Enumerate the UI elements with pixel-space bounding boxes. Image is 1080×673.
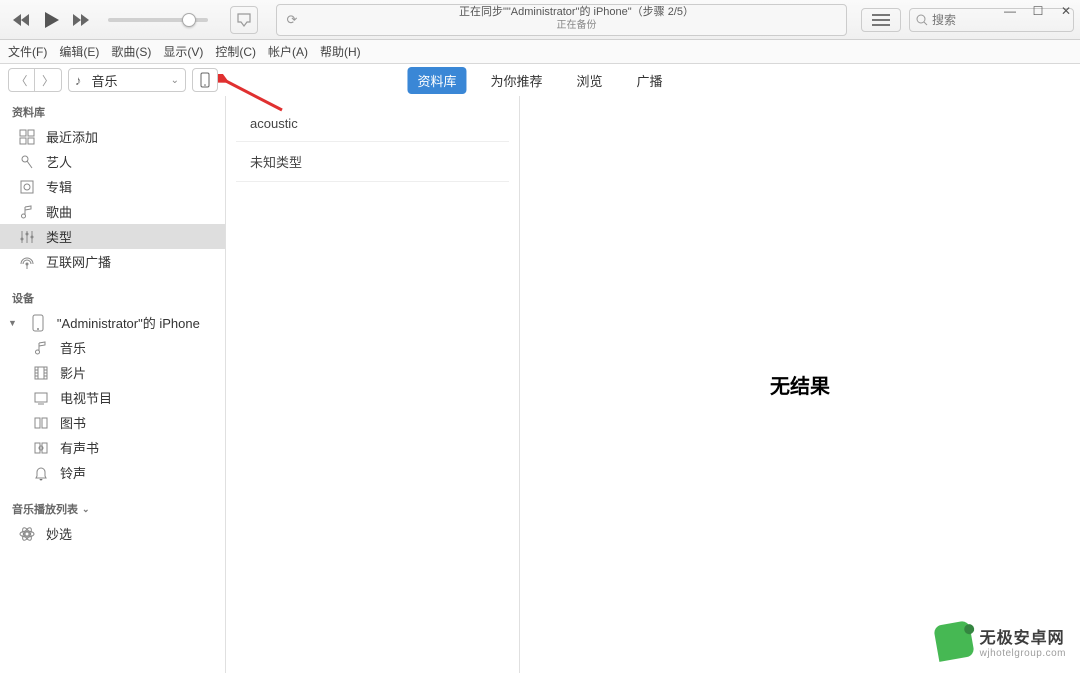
window-minimize-button[interactable]: — — [996, 0, 1024, 22]
tab-library[interactable]: 资料库 — [407, 67, 466, 94]
sidebar-item-label: 最近添加 — [46, 127, 98, 146]
search-icon — [916, 14, 928, 26]
sidebar-item-label: 专辑 — [46, 177, 72, 196]
media-type-select[interactable]: ♪ 音乐 ⌄ — [68, 68, 186, 92]
sidebar-item-device-movies[interactable]: 影片 — [0, 360, 225, 385]
sidebar-item-genres[interactable]: 类型 — [0, 224, 225, 249]
sidebar-item-label: 互联网广播 — [46, 252, 111, 271]
note-icon — [32, 339, 50, 357]
no-results-label: 无结果 — [770, 370, 830, 399]
menu-file[interactable]: 文件(F) — [8, 43, 47, 60]
sidebar-item-recent[interactable]: 最近添加 — [0, 124, 225, 149]
sync-spinner-icon: ⟳ — [277, 12, 307, 28]
sidebar-item-label: 妙选 — [46, 524, 72, 543]
media-type-label: 音乐 — [92, 71, 118, 90]
disclosure-triangle-icon[interactable]: ▼ — [8, 318, 17, 328]
watermark: 无极安卓网 wjhotelgroup.com — [936, 623, 1066, 659]
sidebar-item-device-books[interactable]: 图书 — [0, 410, 225, 435]
sidebar-item-albums[interactable]: 专辑 — [0, 174, 225, 199]
bell-icon — [32, 464, 50, 482]
sidebar-item-device-audiobooks[interactable]: 有声书 — [0, 435, 225, 460]
sidebar-item-genius[interactable]: 妙选 — [0, 521, 225, 546]
sidebar: 资料库 最近添加 艺人 专辑 歌曲 类型 互联网广播 设备 ▼ — [0, 96, 226, 673]
menu-edit[interactable]: 编辑(E) — [59, 43, 99, 60]
sync-status-title: 正在同步""Administrator"的 iPhone"（步骤 2/5） — [307, 6, 846, 20]
genre-row[interactable]: acoustic — [236, 106, 509, 142]
watermark-title: 无极安卓网 — [980, 624, 1066, 648]
grid-icon — [18, 128, 36, 146]
genius-icon — [18, 525, 36, 543]
watermark-logo-icon — [933, 620, 975, 662]
sidebar-header-playlists[interactable]: 音乐播放列表 ⌄ — [0, 497, 225, 521]
radio-icon — [18, 253, 36, 271]
menu-account[interactable]: 帐户(A) — [268, 43, 308, 60]
player-bar: ⟳ 正在同步""Administrator"的 iPhone"（步骤 2/5） … — [0, 0, 1080, 40]
film-icon — [32, 364, 50, 382]
tuner-icon — [18, 228, 36, 246]
nav-history: 〈 〉 — [8, 68, 62, 92]
sidebar-item-label: 电视节目 — [60, 388, 112, 407]
sidebar-item-label: 歌曲 — [46, 202, 72, 221]
device-button[interactable] — [192, 68, 218, 92]
music-note-icon: ♪ — [75, 73, 82, 88]
nav-tabs: 资料库 为你推荐 浏览 广播 — [407, 67, 672, 94]
book-icon — [32, 414, 50, 432]
window-maximize-button[interactable]: ☐ — [1024, 0, 1052, 22]
genre-list: acoustic 未知类型 — [226, 96, 520, 673]
tab-radio[interactable]: 广播 — [627, 67, 673, 94]
tab-browse[interactable]: 浏览 — [567, 67, 613, 94]
sidebar-item-label: 图书 — [60, 413, 86, 432]
list-view-button[interactable] — [861, 8, 901, 32]
previous-track-button[interactable] — [10, 9, 32, 31]
note-icon — [18, 203, 36, 221]
volume-thumb[interactable] — [182, 13, 196, 27]
nav-forward-button[interactable]: 〉 — [35, 69, 61, 91]
next-track-button[interactable] — [70, 9, 92, 31]
window-close-button[interactable]: ✕ — [1052, 0, 1080, 22]
menu-song[interactable]: 歌曲(S) — [111, 43, 151, 60]
sidebar-item-device-ringtones[interactable]: 铃声 — [0, 460, 225, 485]
tab-foryou[interactable]: 为你推荐 — [480, 67, 552, 94]
sync-status-pane: ⟳ 正在同步""Administrator"的 iPhone"（步骤 2/5） … — [276, 4, 847, 36]
sidebar-item-label: 影片 — [60, 363, 86, 382]
mic-icon — [18, 153, 36, 171]
chevron-down-icon: ⌄ — [82, 504, 90, 515]
nav-back-button[interactable]: 〈 — [9, 69, 35, 91]
sidebar-item-artists[interactable]: 艺人 — [0, 149, 225, 174]
result-pane: 无结果 — [520, 96, 1080, 673]
sidebar-item-device-music[interactable]: 音乐 — [0, 335, 225, 360]
sidebar-item-label: 艺人 — [46, 152, 72, 171]
sidebar-item-label: 有声书 — [60, 438, 99, 457]
sidebar-item-label: 类型 — [46, 227, 72, 246]
sidebar-header-library: 资料库 — [0, 100, 225, 124]
sidebar-item-label: 铃声 — [60, 463, 86, 482]
play-button[interactable] — [40, 9, 62, 31]
menu-view[interactable]: 显示(V) — [163, 43, 203, 60]
chevron-updown-icon: ⌄ — [171, 75, 179, 86]
tv-icon — [32, 389, 50, 407]
menu-bar: 文件(F) 编辑(E) 歌曲(S) 显示(V) 控制(C) 帐户(A) 帮助(H… — [0, 40, 1080, 64]
sidebar-item-device[interactable]: ▼ "Administrator"的 iPhone — [0, 310, 225, 335]
menu-help[interactable]: 帮助(H) — [320, 43, 361, 60]
sync-status-subtitle: 正在备份 — [307, 20, 846, 33]
airplay-button[interactable] — [230, 6, 258, 34]
sidebar-item-label: 音乐 — [60, 338, 86, 357]
phone-icon — [29, 314, 47, 332]
menu-controls[interactable]: 控制(C) — [215, 43, 256, 60]
sidebar-item-device-tv[interactable]: 电视节目 — [0, 385, 225, 410]
sidebar-item-radio[interactable]: 互联网广播 — [0, 249, 225, 274]
sidebar-header-devices: 设备 — [0, 286, 225, 310]
audiobook-icon — [32, 439, 50, 457]
sidebar-item-label: "Administrator"的 iPhone — [57, 313, 200, 332]
volume-slider[interactable] — [108, 18, 208, 22]
toolbar: 〈 〉 ♪ 音乐 ⌄ 资料库 为你推荐 浏览 广播 — [0, 64, 1080, 96]
genre-row[interactable]: 未知类型 — [236, 142, 509, 182]
album-icon — [18, 178, 36, 196]
sidebar-item-songs[interactable]: 歌曲 — [0, 199, 225, 224]
watermark-sub: wjhotelgroup.com — [980, 648, 1066, 659]
